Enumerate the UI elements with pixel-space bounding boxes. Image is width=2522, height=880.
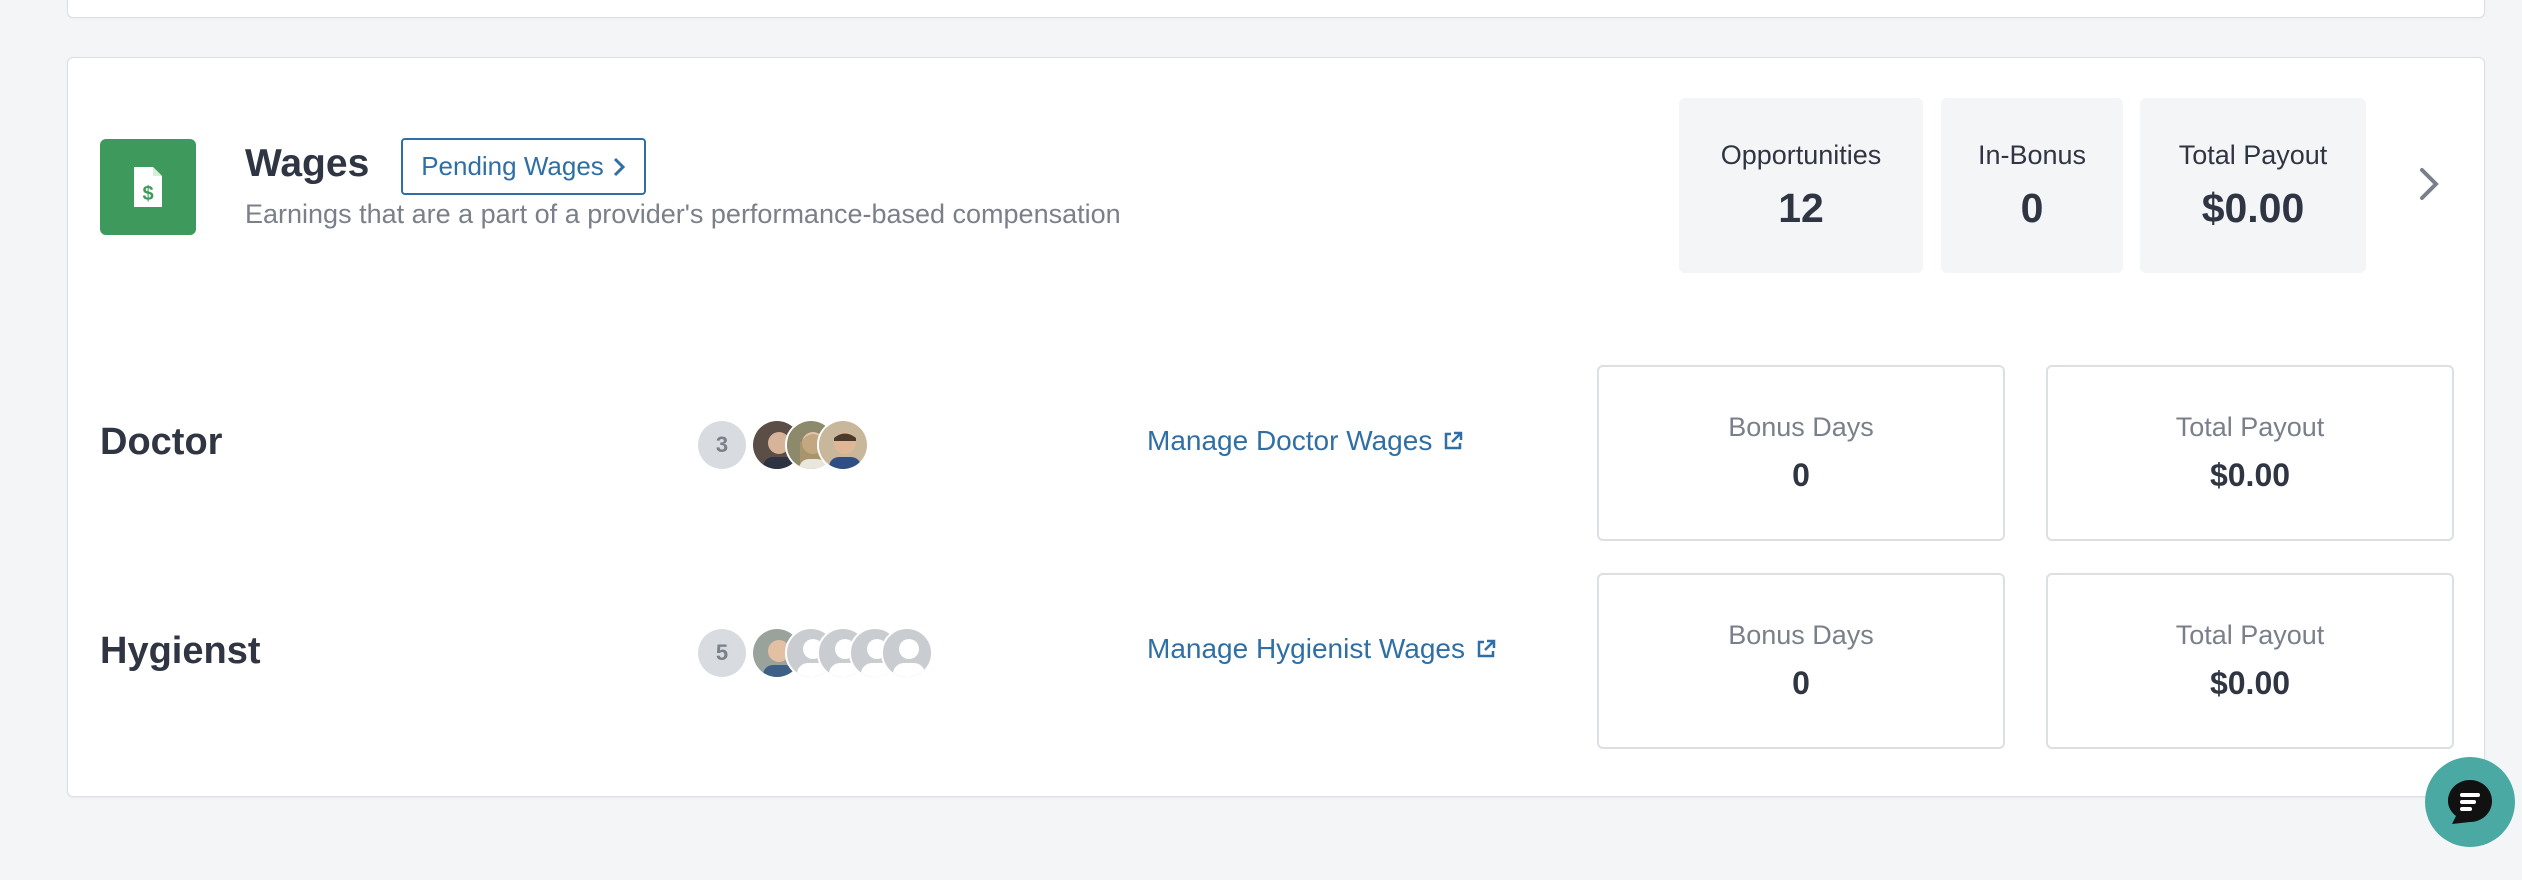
stat-total-payout: Total Payout $0.00 (2140, 98, 2366, 273)
metric-value: $0.00 (2209, 457, 2291, 493)
stat-value: 12 (1778, 184, 1824, 231)
provider-count-badge: 3 (698, 421, 746, 469)
metric-value: 0 (1792, 457, 1810, 493)
total-payout-box: Total Payout $0.00 (2046, 365, 2454, 541)
bonus-days-box: Bonus Days 0 (1597, 573, 2005, 749)
stat-value: $0.00 (2201, 184, 2305, 231)
expand-chevron-icon[interactable] (2408, 164, 2448, 204)
metric-label: Bonus Days (1728, 620, 1874, 650)
external-link-icon (1477, 639, 1496, 658)
stat-label: Total Payout (2178, 139, 2328, 170)
pending-wages-button[interactable]: Pending Wages (401, 138, 646, 195)
bonus-days-box: Bonus Days 0 (1597, 365, 2005, 541)
previous-card (67, 0, 2485, 18)
metric-label: Total Payout (2175, 620, 2325, 650)
manage-doctor-wages-link[interactable]: Manage Doctor Wages (1147, 425, 1464, 457)
stat-in-bonus: In-Bonus 0 (1941, 98, 2123, 273)
chat-bubble-icon[interactable] (2425, 757, 2515, 847)
document-dollar-icon: $ (100, 139, 196, 235)
stat-value: 0 (2020, 184, 2044, 231)
row-label-hygienist: Hygienst (100, 630, 261, 672)
manage-hygienist-wages-link[interactable]: Manage Hygienist Wages (1147, 633, 1497, 665)
svg-text:$: $ (142, 183, 153, 205)
external-link-icon (1445, 431, 1463, 450)
metric-value: $0.00 (2209, 665, 2291, 701)
manage-link-label: Manage Hygienist Wages (1147, 633, 1466, 664)
manage-link-label: Manage Doctor Wages (1147, 425, 1433, 456)
provider-count-badge: 5 (698, 629, 746, 677)
wages-card: $ Wages Pending Wages Earnings that are … (67, 57, 2485, 797)
wages-subtitle: Earnings that are a part of a provider's… (245, 199, 1121, 229)
avatar[interactable] (817, 419, 869, 471)
metric-label: Bonus Days (1728, 412, 1874, 442)
wages-title: Wages (245, 142, 370, 185)
stat-label: In-Bonus (1977, 139, 2087, 170)
avatar[interactable] (881, 627, 933, 679)
stat-label: Opportunities (1720, 139, 1882, 170)
pending-wages-label: Pending Wages (421, 151, 604, 181)
stat-opportunities: Opportunities 12 (1679, 98, 1923, 273)
row-label-doctor: Doctor (100, 421, 223, 463)
total-payout-box: Total Payout $0.00 (2046, 573, 2454, 749)
chevron-right-icon (613, 157, 625, 176)
metric-label: Total Payout (2175, 412, 2325, 442)
metric-value: 0 (1792, 665, 1810, 701)
